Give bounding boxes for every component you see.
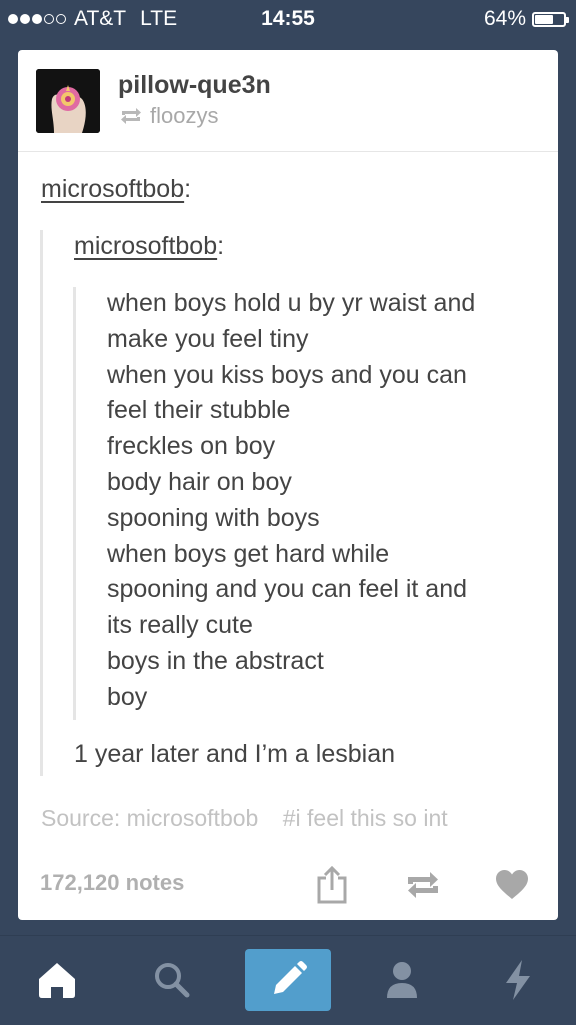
share-icon: [317, 865, 347, 904]
reblog-button[interactable]: [403, 863, 443, 907]
tab-compose[interactable]: [245, 949, 331, 1011]
post-tag[interactable]: #i feel this so int: [283, 805, 448, 831]
activity-icon: [506, 960, 530, 1000]
status-bar: AT&T LTE 14:55 64%: [0, 0, 576, 38]
trail-user-1-colon: :: [184, 175, 192, 203]
post-line: boys in the abstract: [107, 646, 324, 675]
notes-count[interactable]: 172,120 notes: [40, 870, 184, 896]
source-label: Source:: [41, 805, 121, 831]
post-line: spooning with boys: [107, 503, 320, 532]
tab-bar: [0, 935, 576, 1025]
trail-user-2-colon: :: [217, 232, 225, 260]
post-line: make you feel tiny: [107, 324, 309, 353]
compose-icon: [274, 961, 307, 994]
like-button[interactable]: [492, 863, 532, 907]
trail-user-1[interactable]: microsoftbob:: [41, 175, 191, 204]
quote-border-inner: [73, 287, 76, 720]
reblog-icon: [408, 872, 438, 898]
post-line: freckles on boy: [107, 432, 276, 461]
post-line: when boys hold u by yr waist and: [107, 289, 476, 317]
avatar[interactable]: [36, 69, 100, 133]
post-line: its really cute: [107, 611, 253, 640]
status-right: 64%: [483, 7, 569, 31]
post-line: boy: [107, 682, 148, 711]
reply-text: 1 year later and I’m a lesbian: [74, 740, 396, 768]
reblogged-from-name: floozys: [150, 103, 219, 128]
tab-search[interactable]: [129, 949, 215, 1011]
trail-user-2[interactable]: microsoftbob:: [74, 232, 224, 261]
tags-fade: [528, 802, 558, 836]
tab-home[interactable]: [14, 949, 100, 1011]
source-and-tags: Source: microsoftbob #i feel this so int: [41, 805, 558, 832]
search-icon: [155, 963, 190, 998]
trail-user-1-link[interactable]: microsoftbob: [41, 175, 184, 203]
account-icon: [387, 962, 417, 998]
post-line: when boys get hard while: [107, 539, 390, 568]
tab-activity[interactable]: [475, 949, 561, 1011]
battery-percent: 64%: [483, 7, 526, 30]
reblog-icon: [121, 108, 141, 124]
post-body-lines: when boys hold u by yr waist and make yo…: [107, 286, 537, 716]
battery-level-fill: [535, 14, 553, 24]
tab-account[interactable]: [359, 949, 445, 1011]
post-header: pillow-que3n floozys: [18, 50, 558, 152]
quote-border-outer: [40, 230, 43, 776]
post-line: body hair on boy: [107, 467, 292, 496]
battery-icon: [532, 11, 569, 27]
post-card: pillow-que3n floozys microsoftbob: micro…: [18, 50, 558, 920]
share-button[interactable]: [312, 863, 352, 907]
heart-icon: [496, 870, 528, 899]
source-link[interactable]: microsoftbob: [127, 805, 259, 831]
post-line: spooning and you can feel it and: [107, 575, 467, 604]
avatar-image: [36, 69, 100, 133]
reblogged-from[interactable]: floozys: [118, 103, 218, 129]
home-icon: [39, 963, 75, 998]
post-line: feel their stubble: [107, 396, 291, 425]
trail-user-2-link[interactable]: microsoftbob: [74, 232, 217, 260]
blog-name[interactable]: pillow-que3n: [118, 71, 271, 100]
post-line: when you kiss boys and you can: [107, 360, 467, 389]
